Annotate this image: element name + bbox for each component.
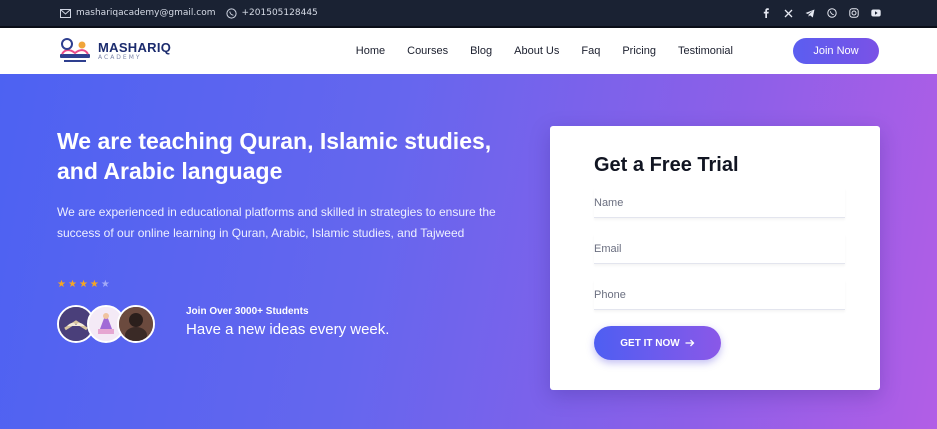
nav-home[interactable]: Home <box>356 45 385 57</box>
star-icon: ★ <box>67 279 77 290</box>
nav-courses[interactable]: Courses <box>407 45 448 57</box>
nav-testimonial[interactable]: Testimonial <box>678 45 733 57</box>
telegram-icon[interactable] <box>805 8 815 18</box>
star-icon: ★ <box>57 279 66 290</box>
get-it-now-button[interactable]: GET IT NOW <box>594 326 721 360</box>
avatar <box>117 305 155 343</box>
site-header: MASHARIQ ACADEMY Home Courses Blog About… <box>0 28 937 74</box>
join-now-button[interactable]: Join Now <box>793 38 879 64</box>
main-nav: Home Courses Blog About Us Faq Pricing T… <box>356 45 733 57</box>
topbar-email[interactable]: mashariqacademy@gmail.com <box>60 8 216 19</box>
rating-stars: ★ ★ ★ ★ ★ <box>57 280 110 290</box>
topbar-phone[interactable]: +201505128445 <box>225 7 318 19</box>
youtube-icon[interactable] <box>871 8 881 18</box>
nav-about-us[interactable]: About Us <box>514 45 559 57</box>
name-field[interactable] <box>594 188 845 218</box>
star-icon: ★ <box>100 279 110 290</box>
star-icon: ★ <box>78 279 88 290</box>
whatsapp-icon <box>225 7 237 19</box>
topbar-email-text: mashariqacademy@gmail.com <box>76 8 216 18</box>
hero-description: We are experienced in educational platfo… <box>57 205 496 240</box>
student-avatars <box>57 305 155 343</box>
facebook-icon[interactable] <box>761 8 771 18</box>
x-icon[interactable] <box>783 8 793 18</box>
logo[interactable]: MASHARIQ ACADEMY <box>58 36 171 66</box>
topbar-phone-text: +201505128445 <box>241 8 318 18</box>
hero-section: We are teaching Quran, Islamic studies, … <box>0 74 937 429</box>
free-trial-form: Get a Free Trial GET IT NOW <box>550 126 880 390</box>
arrow-right-icon <box>685 339 695 347</box>
nav-pricing[interactable]: Pricing <box>622 45 656 57</box>
phone-field[interactable] <box>594 280 845 310</box>
hero-tagline: Have a new ideas every week. <box>186 321 390 338</box>
top-bar: mashariqacademy@gmail.com +201505128445 <box>0 0 937 28</box>
student-photo-icon <box>119 307 153 341</box>
form-title: Get a Free Trial <box>594 154 739 176</box>
nav-faq[interactable]: Faq <box>581 45 600 57</box>
envelope-icon <box>60 8 71 19</box>
email-field[interactable] <box>594 234 845 264</box>
nav-blog[interactable]: Blog <box>470 45 492 57</box>
social-links <box>761 8 881 18</box>
logo-subtitle: ACADEMY <box>98 54 142 61</box>
whatsapp-icon[interactable] <box>827 8 837 18</box>
submit-label: GET IT NOW <box>620 337 680 349</box>
academy-logo-icon <box>60 38 90 62</box>
star-icon: ★ <box>89 279 99 290</box>
logo-name: MASHARIQ <box>98 40 172 55</box>
join-students-label: Join Over 3000+ Students <box>186 306 309 317</box>
hero-title: We are teaching Quran, Islamic studies, … <box>57 128 492 184</box>
instagram-icon[interactable] <box>849 8 859 18</box>
